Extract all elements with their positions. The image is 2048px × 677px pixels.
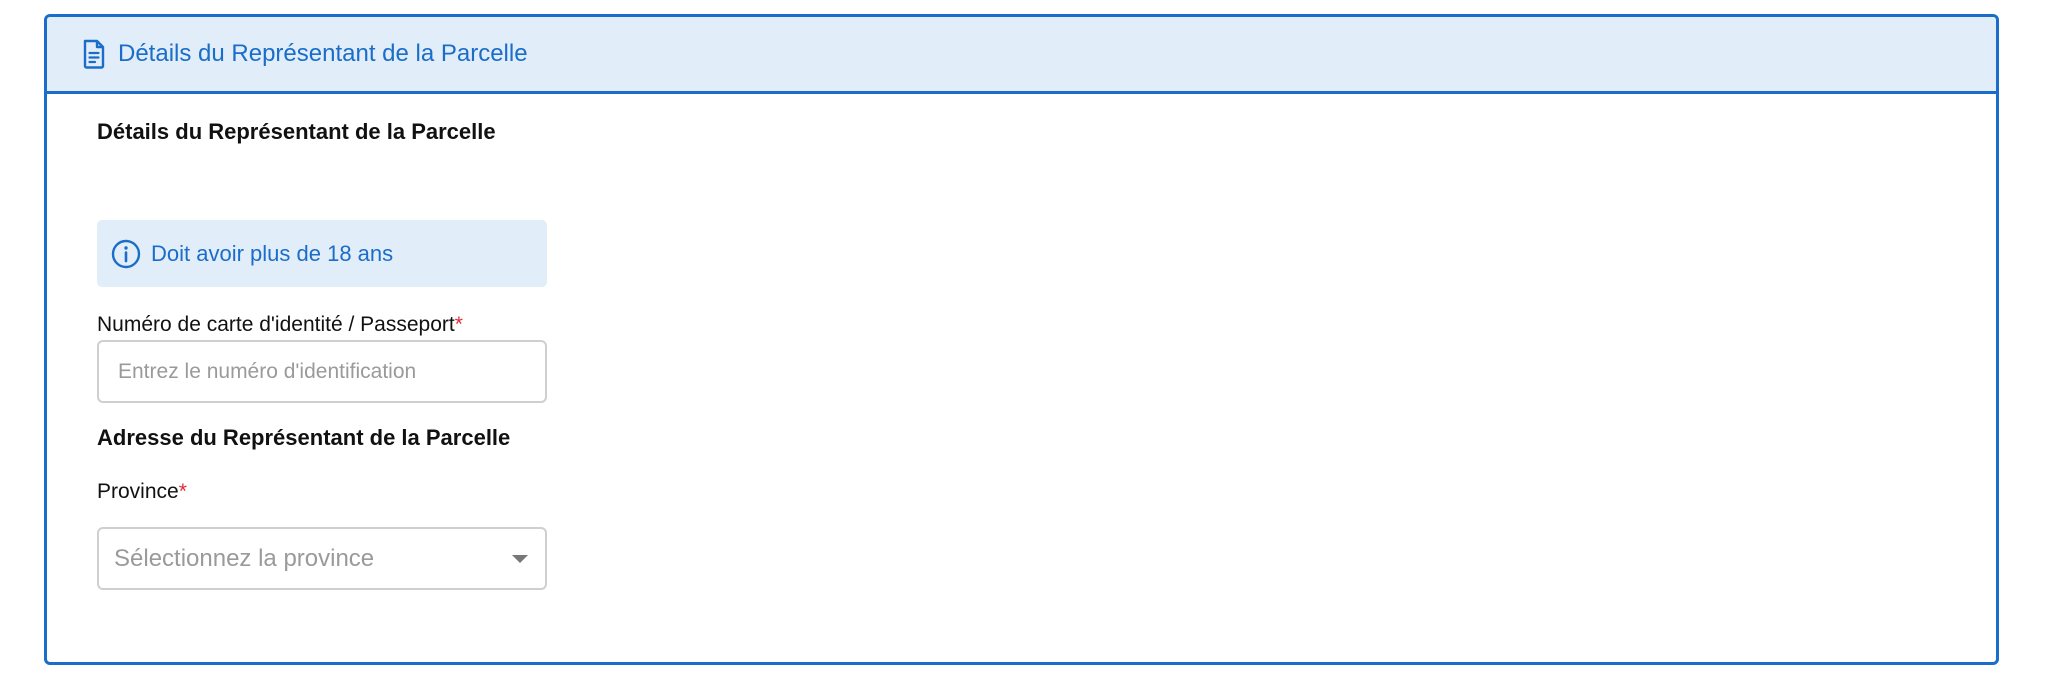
- province-label: Province*: [97, 480, 187, 504]
- representative-panel: Détails du Représentant de la Parcelle D…: [44, 14, 1999, 665]
- document-icon: [82, 39, 106, 69]
- panel-title: Détails du Représentant de la Parcelle: [118, 40, 528, 67]
- required-marker: *: [178, 480, 187, 503]
- panel-header: Détails du Représentant de la Parcelle: [47, 17, 1996, 94]
- section-title-address: Adresse du Représentant de la Parcelle: [97, 425, 511, 450]
- required-marker: *: [454, 313, 463, 336]
- info-icon: [111, 239, 141, 269]
- id-number-label-text: Numéro de carte d'identité / Passeport: [97, 313, 455, 336]
- section-title-details: Détails du Représentant de la Parcelle: [97, 119, 496, 144]
- notice-text: Doit avoir plus de 18 ans: [151, 240, 394, 266]
- id-number-input[interactable]: [97, 340, 547, 403]
- chevron-down-icon: [512, 554, 528, 563]
- province-label-text: Province: [97, 480, 179, 503]
- age-requirement-notice: Doit avoir plus de 18 ans: [97, 220, 547, 287]
- province-select-value: Sélectionnez la province: [114, 544, 375, 572]
- province-select[interactable]: Sélectionnez la province: [97, 527, 547, 590]
- id-number-label: Numéro de carte d'identité / Passeport*: [97, 313, 463, 337]
